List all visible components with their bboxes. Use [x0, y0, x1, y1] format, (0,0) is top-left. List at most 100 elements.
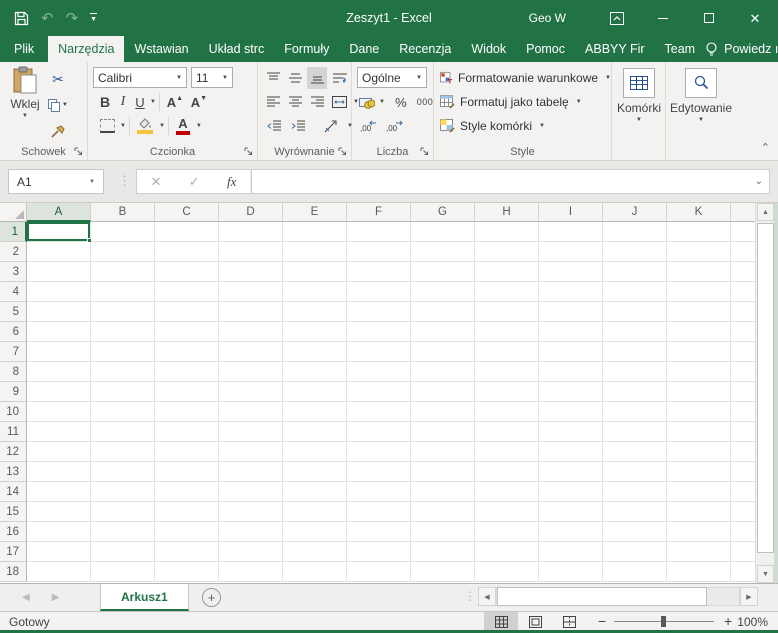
cell-partial-5[interactable] — [731, 302, 756, 322]
cell-B5[interactable] — [91, 302, 155, 322]
cell-H5[interactable] — [475, 302, 539, 322]
save-icon[interactable] — [14, 11, 29, 26]
vertical-scroll-thumb[interactable] — [757, 223, 774, 553]
borders-icon[interactable] — [96, 115, 118, 137]
select-all-corner[interactable] — [0, 203, 27, 222]
row-header-8[interactable]: 8 — [0, 362, 27, 382]
align-right-icon[interactable] — [307, 91, 327, 113]
dialog-launcher-icon[interactable] — [74, 147, 84, 157]
cell-B3[interactable] — [91, 262, 155, 282]
cell-G12[interactable] — [411, 442, 475, 462]
cell-A17[interactable] — [27, 542, 91, 562]
cell-E1[interactable] — [283, 222, 347, 242]
font-size-select[interactable]: 11 ▼ — [191, 67, 233, 88]
cell-K6[interactable] — [667, 322, 731, 342]
close-button[interactable]: ✕ — [732, 0, 778, 36]
cell-D11[interactable] — [219, 422, 283, 442]
increase-indent-icon[interactable] — [287, 115, 309, 137]
cut-scissors-icon[interactable]: ✂ — [48, 68, 68, 90]
horizontal-scrollbar[interactable]: ◀ ▶ — [478, 587, 758, 606]
cell-D16[interactable] — [219, 522, 283, 542]
cell-J9[interactable] — [603, 382, 667, 402]
cell-G14[interactable] — [411, 482, 475, 502]
cell-partial-15[interactable] — [731, 502, 756, 522]
cell-F4[interactable] — [347, 282, 411, 302]
align-bottom-icon[interactable] — [307, 67, 327, 89]
cell-B4[interactable] — [91, 282, 155, 302]
cell-D2[interactable] — [219, 242, 283, 262]
cell-B7[interactable] — [91, 342, 155, 362]
zoom-level[interactable]: 100% — [737, 615, 768, 629]
cell-E2[interactable] — [283, 242, 347, 262]
cell-I11[interactable] — [539, 422, 603, 442]
accounting-format-icon[interactable] — [357, 91, 377, 113]
column-header-c[interactable]: C — [155, 203, 219, 222]
cell-partial-9[interactable] — [731, 382, 756, 402]
tab-team[interactable]: Team — [655, 36, 706, 62]
row-header-7[interactable]: 7 — [0, 342, 27, 362]
column-header-f[interactable]: F — [347, 203, 411, 222]
qat-customize-icon[interactable]: ▼ — [90, 13, 98, 23]
name-box[interactable]: A1 ▼ — [8, 169, 104, 194]
underline-dropdown-icon[interactable]: ▼ — [150, 99, 156, 105]
column-header-k[interactable]: K — [667, 203, 731, 222]
cell-C9[interactable] — [155, 382, 219, 402]
cell-E18[interactable] — [283, 562, 347, 582]
cells-button[interactable]: Komórki ▼ — [617, 68, 661, 123]
tab-abbyy-fir[interactable]: ABBYY Fir — [575, 36, 655, 62]
cell-I3[interactable] — [539, 262, 603, 282]
cell-J3[interactable] — [603, 262, 667, 282]
cell-A12[interactable] — [27, 442, 91, 462]
italic-button[interactable]: I — [114, 91, 132, 113]
cell-J14[interactable] — [603, 482, 667, 502]
cell-C4[interactable] — [155, 282, 219, 302]
cell-G8[interactable] — [411, 362, 475, 382]
cell-A8[interactable] — [27, 362, 91, 382]
cell-J18[interactable] — [603, 562, 667, 582]
cell-E16[interactable] — [283, 522, 347, 542]
cell-partial-12[interactable] — [731, 442, 756, 462]
cell-I1[interactable] — [539, 222, 603, 242]
undo-icon[interactable]: ↶ — [41, 11, 54, 26]
cell-D6[interactable] — [219, 322, 283, 342]
cell-E7[interactable] — [283, 342, 347, 362]
cell-F15[interactable] — [347, 502, 411, 522]
cell-G3[interactable] — [411, 262, 475, 282]
cell-A6[interactable] — [27, 322, 91, 342]
cell-F8[interactable] — [347, 362, 411, 382]
cell-D13[interactable] — [219, 462, 283, 482]
formula-bar-splitter[interactable]: ⋮ — [118, 173, 131, 189]
cell-A5[interactable] — [27, 302, 91, 322]
cell-K4[interactable] — [667, 282, 731, 302]
row-header-17[interactable]: 17 — [0, 542, 27, 562]
cell-C10[interactable] — [155, 402, 219, 422]
wrap-text-icon[interactable] — [329, 67, 351, 89]
cell-C5[interactable] — [155, 302, 219, 322]
cell-F12[interactable] — [347, 442, 411, 462]
cell-J10[interactable] — [603, 402, 667, 422]
cell-I15[interactable] — [539, 502, 603, 522]
account-name[interactable]: Geo W — [529, 11, 566, 25]
cell-J5[interactable] — [603, 302, 667, 322]
column-header-i[interactable]: I — [539, 203, 603, 222]
cell-A11[interactable] — [27, 422, 91, 442]
fill-color-dropdown-icon[interactable]: ▼ — [159, 123, 165, 129]
cell-C7[interactable] — [155, 342, 219, 362]
cell-C17[interactable] — [155, 542, 219, 562]
font-color-icon[interactable]: A — [172, 115, 194, 137]
cell-C3[interactable] — [155, 262, 219, 282]
cell-B16[interactable] — [91, 522, 155, 542]
row-header-11[interactable]: 11 — [0, 422, 27, 442]
cell-I7[interactable] — [539, 342, 603, 362]
cell-H9[interactable] — [475, 382, 539, 402]
cell-K5[interactable] — [667, 302, 731, 322]
cell-G17[interactable] — [411, 542, 475, 562]
cell-B8[interactable] — [91, 362, 155, 382]
cell-J13[interactable] — [603, 462, 667, 482]
cell-F5[interactable] — [347, 302, 411, 322]
cell-J12[interactable] — [603, 442, 667, 462]
maximize-button[interactable] — [686, 0, 732, 36]
tell-me-box[interactable]: Powiedz ı — [705, 41, 778, 57]
cell-H17[interactable] — [475, 542, 539, 562]
merge-center-icon[interactable] — [329, 91, 349, 113]
